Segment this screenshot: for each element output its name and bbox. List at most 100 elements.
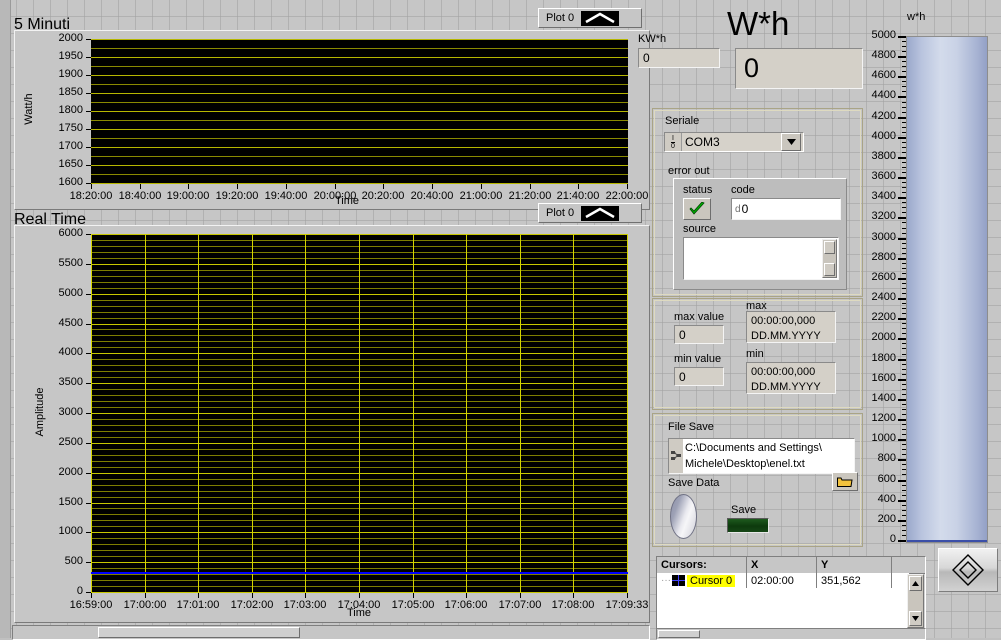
- browse-folder-button[interactable]: [832, 472, 858, 491]
- top-graph-plot-legend[interactable]: Plot 0: [538, 8, 642, 28]
- wh-tank-indicator: [906, 36, 988, 543]
- y-axis-tick-mark: [86, 443, 91, 444]
- serial-port-combo[interactable]: I0 COM3: [664, 132, 804, 152]
- bottom-graph-plot-legend[interactable]: Plot 0: [538, 203, 642, 223]
- scroll-up-button[interactable]: [824, 241, 835, 254]
- tank-label: w*h: [907, 11, 925, 23]
- labview-front-panel: 5 Minuti 2000195019001850180017501700165…: [0, 0, 1001, 638]
- error-status-label: status: [683, 184, 712, 196]
- bottom-graph-plot-area[interactable]: [91, 234, 628, 593]
- gridline-vertical: [573, 234, 574, 593]
- top-graph-plot-area[interactable]: [91, 39, 628, 184]
- kwh-indicator: 0: [638, 48, 720, 68]
- scroll-down-button[interactable]: [824, 263, 835, 276]
- file-path-control[interactable]: C:\Documents and Settings\ Michele\Deskt…: [668, 438, 855, 474]
- cursor-y-cell[interactable]: 351,562: [817, 573, 892, 588]
- min-value-indicator: 0: [674, 367, 724, 386]
- error-code-label: code: [731, 184, 755, 196]
- gridline-vertical: [252, 234, 253, 593]
- cursor-legend-hscrollbar[interactable]: [656, 628, 926, 640]
- x-axis-tick-label: 17:01:00: [167, 599, 229, 611]
- cursor-move-diamond-icon: [951, 553, 985, 587]
- gridline-vertical: [359, 234, 360, 593]
- max-timestamp-time: 00:00:00,000: [751, 315, 815, 327]
- scroll-up-button[interactable]: [909, 576, 922, 591]
- min-timestamp-date: DD.MM.YYYY: [751, 381, 821, 393]
- tank-tick-mark: [898, 217, 906, 219]
- x-axis-tick-mark: [91, 593, 92, 598]
- y-axis-tick-label: 1500: [59, 496, 83, 508]
- gridline-horizontal: [91, 129, 628, 130]
- save-data-label: Save Data: [668, 477, 719, 489]
- error-source-scrollbar[interactable]: [822, 239, 837, 278]
- tank-tick-label: 2000: [872, 331, 896, 343]
- save-status-led: [727, 518, 769, 533]
- bottom-graph-legend-line-swatch[interactable]: [581, 206, 619, 221]
- panel-scrollbar-thumb[interactable]: [98, 627, 300, 638]
- gridline-vertical: [305, 234, 306, 593]
- y-axis-tick-mark: [86, 39, 91, 40]
- tank-tick-mark: [898, 36, 906, 38]
- x-axis-tick-mark: [481, 184, 482, 189]
- save-data-knob[interactable]: [670, 494, 697, 539]
- y-axis-tick-label: 5500: [59, 257, 83, 269]
- wh-title: W*h: [727, 7, 789, 41]
- tank-tick-label: 2200: [872, 311, 896, 323]
- tank-tick-mark: [898, 500, 906, 502]
- chevron-down-icon[interactable]: [781, 133, 801, 151]
- x-axis-tick-label: 17:03:00: [274, 599, 336, 611]
- x-axis-tick-mark: [359, 593, 360, 598]
- cursor-legend-scrollbar[interactable]: [907, 574, 924, 628]
- top-graph-y-axis-title: Watt/h: [23, 83, 35, 135]
- gridline-vertical: [198, 234, 199, 593]
- y-axis-tick-label: 1850: [59, 86, 83, 98]
- file-path-value[interactable]: C:\Documents and Settings\ Michele\Deskt…: [683, 439, 854, 473]
- cursor-column-spare: [892, 557, 925, 573]
- tank-tick-label: 1200: [872, 412, 896, 424]
- x-axis-tick-mark: [91, 184, 92, 189]
- tank-tick-mark: [898, 298, 906, 300]
- graph-palette[interactable]: [938, 548, 998, 592]
- gridline-vertical: [145, 234, 146, 593]
- cursor-legend-body[interactable]: ··· Cursor 0 02:00:00 351,562: [657, 573, 909, 629]
- error-source-label: source: [683, 223, 716, 235]
- file-path-line2: Michele\Desktop\enel.txt: [685, 458, 805, 470]
- cursor-crosshair-icon: [672, 575, 685, 586]
- cursor-legend-header: Cursors: X Y: [657, 557, 925, 574]
- x-axis-tick-mark: [252, 593, 253, 598]
- min-timestamp-time: 00:00:00,000: [751, 366, 815, 378]
- tank-tick-mark: [898, 197, 906, 199]
- gridline-horizontal-minor: [91, 174, 628, 175]
- cursor-hscroll-thumb[interactable]: [658, 630, 700, 638]
- gridline-horizontal-minor: [91, 84, 628, 85]
- tank-scale: 5000480046004400420040003800360034003200…: [866, 36, 906, 541]
- y-axis-tick-label: 1000: [59, 525, 83, 537]
- bottom-graph-legend-label: Plot 0: [541, 207, 581, 219]
- bottom-graph[interactable]: 6000550050004500400035003000250020001500…: [14, 225, 650, 623]
- y-axis-tick-mark: [86, 165, 91, 166]
- cursor-name-cell[interactable]: ··· Cursor 0: [657, 573, 747, 588]
- x-axis-tick-label: 17:08:00: [542, 599, 604, 611]
- tank-tick-label: 3200: [872, 210, 896, 222]
- path-icon: [669, 439, 683, 473]
- tank-tick-label: 3600: [872, 170, 896, 182]
- top-graph[interactable]: 200019501900185018001750170016501600 18:…: [14, 30, 650, 210]
- y-axis-tick-mark: [86, 129, 91, 130]
- wh-indicator: 0: [735, 48, 863, 89]
- chevron-down-icon: [912, 616, 919, 621]
- gridline-vertical: [91, 234, 92, 593]
- tank-tick-mark: [898, 96, 906, 98]
- tank-tick-mark: [898, 177, 906, 179]
- y-axis-tick-mark: [86, 503, 91, 504]
- y-axis-tick-mark: [86, 75, 91, 76]
- x-axis-tick-mark: [145, 593, 146, 598]
- cursor-x-cell[interactable]: 02:00:00: [747, 573, 817, 588]
- y-axis-tick-mark: [86, 353, 91, 354]
- scroll-down-button[interactable]: [909, 611, 922, 626]
- x-axis-tick-mark: [198, 593, 199, 598]
- table-row[interactable]: ··· Cursor 0 02:00:00 351,562: [657, 573, 909, 588]
- top-graph-legend-line-swatch[interactable]: [581, 11, 619, 26]
- cursor-legend[interactable]: Cursors: X Y ··· Cursor 0 02:00:00 351,5…: [656, 556, 926, 630]
- gridline-horizontal-minor: [91, 138, 628, 139]
- path-glyph: [671, 450, 681, 462]
